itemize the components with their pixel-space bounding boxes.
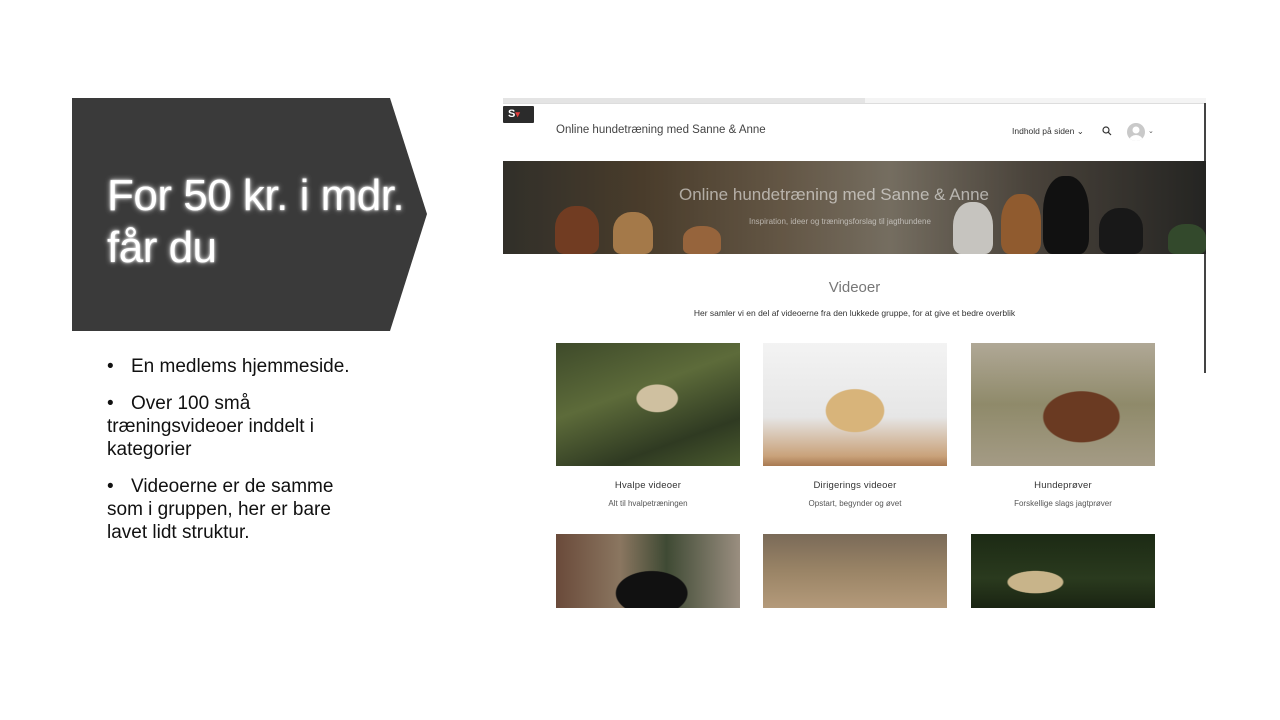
hero-banner: Online hundetræning med Sanne & Anne Ins… bbox=[503, 161, 1206, 254]
video-category-card[interactable]: Dirigerings videoer Opstart, begynder og… bbox=[763, 343, 947, 508]
retrieve-bird-image[interactable] bbox=[971, 534, 1155, 608]
video-category-card[interactable] bbox=[763, 534, 947, 608]
card-subtitle: Opstart, begynder og øvet bbox=[808, 499, 902, 508]
bullet-item: • Over 100 små træningsvideoer inddelt i … bbox=[107, 393, 315, 460]
card-subtitle: Forskellige slags jagtprøver bbox=[1014, 499, 1112, 508]
video-category-card[interactable]: Hvalpe videoer Alt til hvalpetræningen bbox=[556, 343, 740, 508]
bullet-list: • En medlems hjemmeside. • Over 100 små tr… bbox=[107, 355, 367, 558]
bullet-item: • En medlems hjemmeside. bbox=[107, 356, 350, 377]
video-category-card[interactable] bbox=[971, 534, 1155, 608]
hero-subtitle: Inspiration, ideer og træningsforslag ti… bbox=[749, 217, 931, 226]
spaniels-field-image[interactable] bbox=[763, 534, 947, 608]
card-title[interactable]: Hvalpe videoer bbox=[556, 480, 740, 491]
section-description: Her samler vi en del af videoerne fra de… bbox=[693, 308, 1016, 318]
card-title[interactable]: Hundeprøver bbox=[971, 480, 1155, 491]
user-avatar-icon[interactable] bbox=[1127, 123, 1145, 141]
card-subtitle: Alt til hvalpetræningen bbox=[608, 499, 688, 508]
bullet-text: Over 100 små træningsvideoer inddelt i k… bbox=[107, 393, 315, 460]
site-logo[interactable]: S▾ bbox=[503, 106, 534, 123]
content-menu-label: Indhold på siden bbox=[1012, 126, 1075, 136]
video-category-card[interactable] bbox=[556, 534, 740, 608]
search-icon[interactable] bbox=[1102, 126, 1112, 136]
browser-tab-strip bbox=[503, 98, 1206, 104]
website-screenshot: S▾ Online hundetræning med Sanne & Anne … bbox=[503, 98, 1206, 610]
black-labrador-image[interactable] bbox=[556, 534, 740, 608]
chevron-down-icon[interactable]: ⌄ bbox=[1148, 127, 1154, 135]
labrador-image[interactable] bbox=[763, 343, 947, 466]
bullet-text: Videoerne er de samme som i gruppen, her… bbox=[107, 476, 334, 543]
site-title-link[interactable]: Online hundetræning med Sanne & Anne bbox=[556, 124, 766, 136]
spaniel-image[interactable] bbox=[971, 343, 1155, 466]
chevron-down-icon: ⌄ bbox=[1076, 126, 1084, 136]
hero-overlay bbox=[503, 161, 1206, 254]
bullet-text: En medlems hjemmeside. bbox=[131, 356, 350, 377]
bullet-item: • Videoerne er de samme som i gruppen, he… bbox=[107, 476, 334, 543]
section-title: Videoer bbox=[828, 279, 881, 296]
content-menu-dropdown[interactable]: Indhold på siden ⌄ bbox=[1012, 126, 1084, 137]
slide-title: For 50 kr. i mdr. får du bbox=[107, 171, 405, 272]
hero-title: Online hundetræning med Sanne & Anne bbox=[679, 185, 990, 204]
card-title[interactable]: Dirigerings videoer bbox=[763, 480, 947, 491]
video-category-card[interactable]: Hundeprøver Forskellige slags jagtprøver bbox=[971, 343, 1155, 508]
puppy-image[interactable] bbox=[556, 343, 740, 466]
